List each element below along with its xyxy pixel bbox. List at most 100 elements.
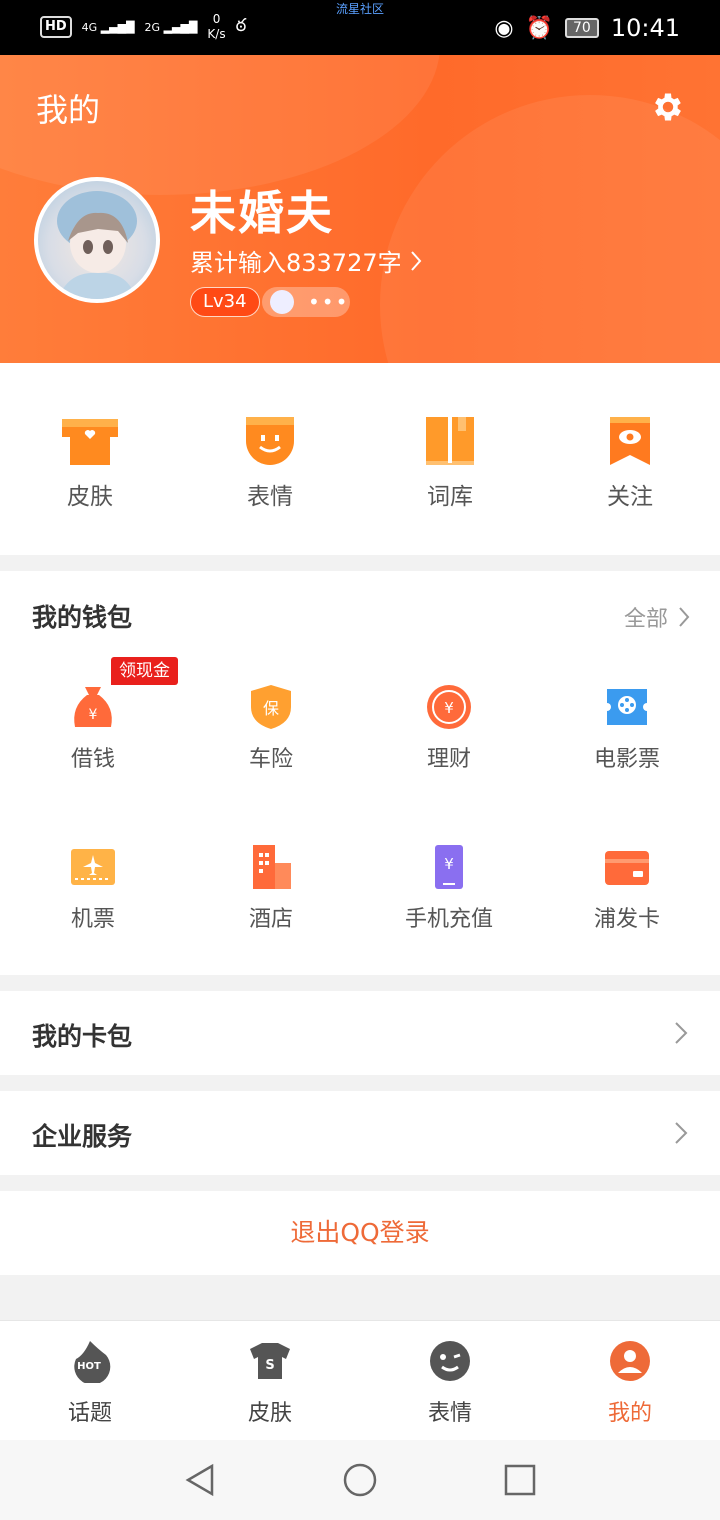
coin-icon: ¥ xyxy=(427,685,471,729)
hotel-icon xyxy=(253,845,291,889)
wallet-item-label: 车险 xyxy=(248,747,293,772)
battery-indicator: 70 xyxy=(565,18,599,38)
wallet-section: 我的钱包 全部 ¥ 借钱 领现金 保 车险 ¥ 理财 电影票 机票 酒店 ¥ 手… xyxy=(0,571,720,975)
wallet-item-label: 借钱 xyxy=(70,747,115,772)
tab-label: 表情 xyxy=(427,1401,472,1426)
hd-badge: HD xyxy=(40,16,72,38)
chevron-right-icon xyxy=(675,1022,688,1044)
money-bag-icon: ¥ xyxy=(74,687,112,727)
svg-text:¥: ¥ xyxy=(444,855,454,873)
medal-avatar-icon xyxy=(270,290,294,314)
profile-icon xyxy=(610,1341,650,1381)
avatar-image xyxy=(57,191,137,299)
wink-icon xyxy=(430,1341,470,1381)
wallet-item-label: 电影票 xyxy=(593,747,660,772)
network-2g-label: 2G xyxy=(144,20,161,34)
enterprise-service-row[interactable]: 企业服务 xyxy=(0,1091,720,1175)
card-wallet-title: 我的卡包 xyxy=(32,1022,133,1051)
svg-text:保: 保 xyxy=(263,699,279,718)
status-bar: 流星社区 HD 4G ▂▄▆█ 2G ▂▄▆█ 0 K/s ఠ ◉ ⏰ 70 10… xyxy=(0,0,720,55)
input-count-text: 累计输入833727字 xyxy=(190,249,402,277)
speed-unit: K/s xyxy=(207,27,226,41)
promo-tag: 领现金 xyxy=(111,657,178,685)
page-title: 我的 xyxy=(36,91,101,129)
alarm-icon: ⏰ xyxy=(525,15,553,41)
tab-emoji[interactable]: 表情 xyxy=(390,1339,510,1427)
wallet-item-movie-ticket[interactable]: 电影票 xyxy=(547,683,707,773)
wallet-item-spdb-card[interactable]: 浦发卡 xyxy=(547,843,707,933)
avatar[interactable] xyxy=(34,177,160,303)
quick-actions: 皮肤 表情 词库 关注 xyxy=(0,363,720,555)
emoji-icon xyxy=(246,417,294,465)
wallet-item-loan[interactable]: ¥ 借钱 xyxy=(13,683,173,773)
film-ticket-icon xyxy=(603,689,651,725)
tab-label: 话题 xyxy=(67,1401,112,1426)
shirt-icon: S xyxy=(250,1343,290,1379)
svg-text:¥: ¥ xyxy=(89,707,98,723)
speed-value: 0 xyxy=(212,12,221,26)
plane-ticket-icon xyxy=(71,849,115,885)
quick-item-label: 皮肤 xyxy=(67,484,113,510)
svg-text:¥: ¥ xyxy=(444,699,454,717)
signal-4g: 4G ▂▄▆█ xyxy=(81,20,135,34)
profile-header: 我的 未婚夫 累计输入833727字 Lv34 ••• xyxy=(0,55,720,363)
chevron-right-icon xyxy=(675,1122,688,1144)
header-decor xyxy=(380,95,720,363)
quick-item-dictionary[interactable]: 词库 xyxy=(390,415,510,511)
quick-item-label: 关注 xyxy=(607,484,653,510)
tab-topics[interactable]: HOT 话题 xyxy=(30,1339,150,1427)
eye-bookmark-icon xyxy=(610,417,650,465)
back-icon[interactable] xyxy=(182,1462,218,1498)
svg-text:HOT: HOT xyxy=(77,1361,101,1372)
wallet-item-phone-recharge[interactable]: ¥ 手机充值 xyxy=(369,843,529,933)
wallet-item-label: 手机充值 xyxy=(404,907,493,932)
bottom-tab-bar: HOT 话题 S 皮肤 表情 我的 xyxy=(0,1320,720,1440)
tab-mine[interactable]: 我的 xyxy=(570,1339,690,1427)
input-count-link[interactable]: 累计输入833727字 xyxy=(190,243,422,278)
wallet-item-car-insurance[interactable]: 保 车险 xyxy=(191,683,351,773)
home-icon[interactable] xyxy=(342,1462,378,1498)
shirt-icon xyxy=(62,419,118,465)
quick-item-emoji[interactable]: 表情 xyxy=(210,415,330,511)
bank-card-icon xyxy=(605,851,649,885)
wallet-item-finance[interactable]: ¥ 理财 xyxy=(369,683,529,773)
gear-icon[interactable] xyxy=(650,89,686,125)
book-icon xyxy=(426,417,474,465)
hot-icon: HOT xyxy=(74,1341,111,1383)
svg-text:S: S xyxy=(265,1358,274,1373)
enterprise-title: 企业服务 xyxy=(32,1122,133,1151)
squirrel-icon: ఠ xyxy=(235,14,247,36)
card-wallet-row[interactable]: 我的卡包 xyxy=(0,991,720,1075)
tab-label: 我的 xyxy=(607,1401,652,1426)
wallet-item-label: 理财 xyxy=(426,747,471,772)
network-4g-label: 4G xyxy=(81,20,98,34)
tab-skins[interactable]: S 皮肤 xyxy=(210,1339,330,1427)
wallet-item-hotel[interactable]: 酒店 xyxy=(191,843,351,933)
username: 未婚夫 xyxy=(190,186,334,240)
quick-item-label: 词库 xyxy=(427,484,473,510)
wallet-all-link[interactable]: 全部 xyxy=(624,601,690,633)
wallet-title: 我的钱包 xyxy=(32,603,133,632)
quick-item-label: 表情 xyxy=(247,484,293,510)
wallet-item-label: 浦发卡 xyxy=(593,907,660,932)
quick-item-follow[interactable]: 关注 xyxy=(570,415,690,511)
system-nav-bar xyxy=(0,1440,720,1520)
tab-label: 皮肤 xyxy=(247,1401,292,1426)
more-dots: ••• xyxy=(308,290,350,314)
logout-button[interactable]: 退出QQ登录 xyxy=(0,1191,720,1275)
signal-2g: 2G ▂▄▆█ xyxy=(144,20,198,34)
wallet-item-flight[interactable]: 机票 xyxy=(13,843,173,933)
status-right: ◉ ⏰ 70 10:41 xyxy=(494,14,680,42)
net-speed: 0 K/s xyxy=(207,12,225,42)
wallet-item-label: 机票 xyxy=(70,907,115,932)
quick-item-skin[interactable]: 皮肤 xyxy=(30,415,150,511)
shield-icon: 保 xyxy=(251,685,291,729)
level-badge: Lv34 xyxy=(190,287,260,317)
chevron-right-icon xyxy=(410,250,421,271)
chevron-right-icon xyxy=(679,607,690,627)
status-left: HD 4G ▂▄▆█ 2G ▂▄▆█ 0 K/s ఠ xyxy=(40,12,246,42)
recents-icon[interactable] xyxy=(502,1462,538,1498)
wallet-all-label: 全部 xyxy=(623,607,668,632)
wallet-item-label: 酒店 xyxy=(248,907,293,932)
medal-badge[interactable]: ••• xyxy=(262,287,350,317)
